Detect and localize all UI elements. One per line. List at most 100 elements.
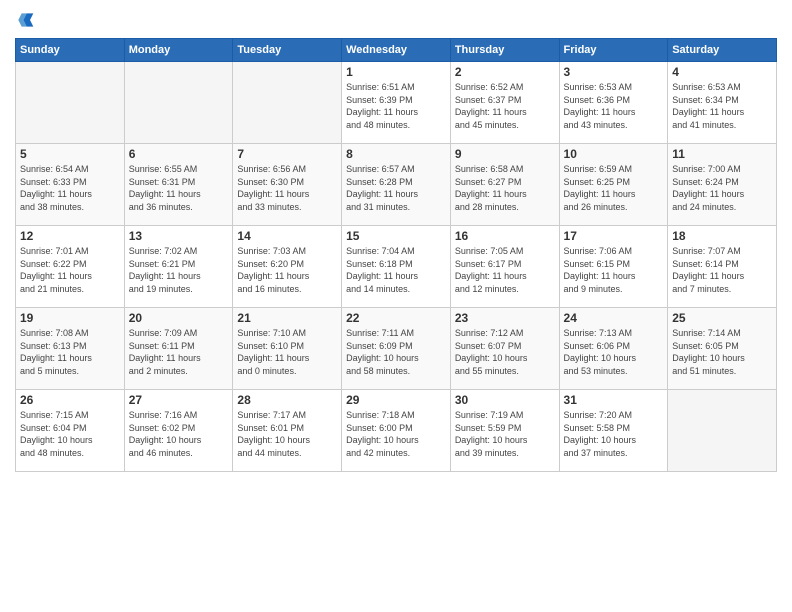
day-number: 18 — [672, 229, 772, 243]
day-info: Sunrise: 7:03 AM Sunset: 6:20 PM Dayligh… — [237, 245, 337, 295]
calendar-cell: 30 Sunrise: 7:19 AM Sunset: 5:59 PM Dayli… — [450, 390, 559, 472]
day-number: 14 — [237, 229, 337, 243]
calendar-cell: 27 Sunrise: 7:16 AM Sunset: 6:02 PM Dayli… — [124, 390, 233, 472]
day-number: 15 — [346, 229, 446, 243]
day-info: Sunrise: 7:16 AM Sunset: 6:02 PM Dayligh… — [129, 409, 229, 459]
weekday-header-saturday: Saturday — [668, 39, 777, 62]
day-number: 22 — [346, 311, 446, 325]
day-info: Sunrise: 6:53 AM Sunset: 6:34 PM Dayligh… — [672, 81, 772, 131]
day-number: 27 — [129, 393, 229, 407]
day-info: Sunrise: 7:11 AM Sunset: 6:09 PM Dayligh… — [346, 327, 446, 377]
day-number: 16 — [455, 229, 555, 243]
day-number: 20 — [129, 311, 229, 325]
day-info: Sunrise: 7:05 AM Sunset: 6:17 PM Dayligh… — [455, 245, 555, 295]
day-info: Sunrise: 7:10 AM Sunset: 6:10 PM Dayligh… — [237, 327, 337, 377]
calendar-cell: 6 Sunrise: 6:55 AM Sunset: 6:31 PM Daylig… — [124, 144, 233, 226]
calendar-cell: 1 Sunrise: 6:51 AM Sunset: 6:39 PM Daylig… — [342, 62, 451, 144]
day-info: Sunrise: 6:53 AM Sunset: 6:36 PM Dayligh… — [564, 81, 664, 131]
calendar-cell: 21 Sunrise: 7:10 AM Sunset: 6:10 PM Dayli… — [233, 308, 342, 390]
day-info: Sunrise: 7:07 AM Sunset: 6:14 PM Dayligh… — [672, 245, 772, 295]
day-info: Sunrise: 7:04 AM Sunset: 6:18 PM Dayligh… — [346, 245, 446, 295]
day-number: 23 — [455, 311, 555, 325]
day-info: Sunrise: 7:12 AM Sunset: 6:07 PM Dayligh… — [455, 327, 555, 377]
calendar-cell: 15 Sunrise: 7:04 AM Sunset: 6:18 PM Dayli… — [342, 226, 451, 308]
calendar-cell: 16 Sunrise: 7:05 AM Sunset: 6:17 PM Dayli… — [450, 226, 559, 308]
day-info: Sunrise: 7:19 AM Sunset: 5:59 PM Dayligh… — [455, 409, 555, 459]
calendar-cell: 3 Sunrise: 6:53 AM Sunset: 6:36 PM Daylig… — [559, 62, 668, 144]
calendar-week-row: 26 Sunrise: 7:15 AM Sunset: 6:04 PM Dayli… — [16, 390, 777, 472]
calendar-table: SundayMondayTuesdayWednesdayThursdayFrid… — [15, 38, 777, 472]
weekday-header-friday: Friday — [559, 39, 668, 62]
day-number: 26 — [20, 393, 120, 407]
calendar-week-row: 1 Sunrise: 6:51 AM Sunset: 6:39 PM Daylig… — [16, 62, 777, 144]
calendar-cell: 11 Sunrise: 7:00 AM Sunset: 6:24 PM Dayli… — [668, 144, 777, 226]
calendar-cell: 8 Sunrise: 6:57 AM Sunset: 6:28 PM Daylig… — [342, 144, 451, 226]
calendar-cell: 5 Sunrise: 6:54 AM Sunset: 6:33 PM Daylig… — [16, 144, 125, 226]
calendar-cell: 20 Sunrise: 7:09 AM Sunset: 6:11 PM Dayli… — [124, 308, 233, 390]
day-number: 25 — [672, 311, 772, 325]
weekday-header-row: SundayMondayTuesdayWednesdayThursdayFrid… — [16, 39, 777, 62]
day-number: 10 — [564, 147, 664, 161]
calendar-cell — [233, 62, 342, 144]
day-info: Sunrise: 6:51 AM Sunset: 6:39 PM Dayligh… — [346, 81, 446, 131]
day-info: Sunrise: 6:55 AM Sunset: 6:31 PM Dayligh… — [129, 163, 229, 213]
day-info: Sunrise: 7:00 AM Sunset: 6:24 PM Dayligh… — [672, 163, 772, 213]
day-number: 11 — [672, 147, 772, 161]
day-number: 21 — [237, 311, 337, 325]
day-number: 30 — [455, 393, 555, 407]
day-number: 28 — [237, 393, 337, 407]
calendar-cell: 28 Sunrise: 7:17 AM Sunset: 6:01 PM Dayli… — [233, 390, 342, 472]
day-info: Sunrise: 6:56 AM Sunset: 6:30 PM Dayligh… — [237, 163, 337, 213]
day-info: Sunrise: 7:02 AM Sunset: 6:21 PM Dayligh… — [129, 245, 229, 295]
day-info: Sunrise: 7:18 AM Sunset: 6:00 PM Dayligh… — [346, 409, 446, 459]
day-number: 3 — [564, 65, 664, 79]
calendar-cell: 26 Sunrise: 7:15 AM Sunset: 6:04 PM Dayli… — [16, 390, 125, 472]
day-info: Sunrise: 7:06 AM Sunset: 6:15 PM Dayligh… — [564, 245, 664, 295]
day-info: Sunrise: 6:54 AM Sunset: 6:33 PM Dayligh… — [20, 163, 120, 213]
weekday-header-sunday: Sunday — [16, 39, 125, 62]
weekday-header-monday: Monday — [124, 39, 233, 62]
day-number: 17 — [564, 229, 664, 243]
day-info: Sunrise: 7:17 AM Sunset: 6:01 PM Dayligh… — [237, 409, 337, 459]
calendar-cell: 31Sunrise: 7:20 AM Sunset: 5:58 PM Dayli… — [559, 390, 668, 472]
calendar-cell — [16, 62, 125, 144]
calendar-cell: 14 Sunrise: 7:03 AM Sunset: 6:20 PM Dayli… — [233, 226, 342, 308]
day-info: Sunrise: 7:15 AM Sunset: 6:04 PM Dayligh… — [20, 409, 120, 459]
day-number: 5 — [20, 147, 120, 161]
calendar-cell: 23 Sunrise: 7:12 AM Sunset: 6:07 PM Dayli… — [450, 308, 559, 390]
day-info: Sunrise: 7:20 AM Sunset: 5:58 PM Dayligh… — [564, 409, 664, 459]
calendar-cell — [668, 390, 777, 472]
calendar-cell: 22 Sunrise: 7:11 AM Sunset: 6:09 PM Dayli… — [342, 308, 451, 390]
calendar-cell: 10Sunrise: 6:59 AM Sunset: 6:25 PM Dayli… — [559, 144, 668, 226]
day-number: 6 — [129, 147, 229, 161]
page-header — [15, 10, 777, 30]
day-number: 13 — [129, 229, 229, 243]
day-number: 12 — [20, 229, 120, 243]
day-number: 9 — [455, 147, 555, 161]
calendar-cell: 4Sunrise: 6:53 AM Sunset: 6:34 PM Daylig… — [668, 62, 777, 144]
day-number: 1 — [346, 65, 446, 79]
day-info: Sunrise: 6:52 AM Sunset: 6:37 PM Dayligh… — [455, 81, 555, 131]
day-number: 19 — [20, 311, 120, 325]
calendar-cell: 24 Sunrise: 7:13 AM Sunset: 6:06 PM Dayli… — [559, 308, 668, 390]
day-info: Sunrise: 6:58 AM Sunset: 6:27 PM Dayligh… — [455, 163, 555, 213]
calendar-cell — [124, 62, 233, 144]
day-info: Sunrise: 6:57 AM Sunset: 6:28 PM Dayligh… — [346, 163, 446, 213]
calendar-cell: 7 Sunrise: 6:56 AM Sunset: 6:30 PM Daylig… — [233, 144, 342, 226]
day-info: Sunrise: 7:13 AM Sunset: 6:06 PM Dayligh… — [564, 327, 664, 377]
calendar-cell: 25 Sunrise: 7:14 AM Sunset: 6:05 PM Dayli… — [668, 308, 777, 390]
calendar-cell: 17 Sunrise: 7:06 AM Sunset: 6:15 PM Dayli… — [559, 226, 668, 308]
calendar-cell: 18 Sunrise: 7:07 AM Sunset: 6:14 PM Dayli… — [668, 226, 777, 308]
calendar-week-row: 19Sunrise: 7:08 AM Sunset: 6:13 PM Dayli… — [16, 308, 777, 390]
day-number: 29 — [346, 393, 446, 407]
logo-icon — [15, 10, 35, 30]
day-number: 24 — [564, 311, 664, 325]
day-info: Sunrise: 7:14 AM Sunset: 6:05 PM Dayligh… — [672, 327, 772, 377]
calendar-cell: 12 Sunrise: 7:01 AM Sunset: 6:22 PM Dayli… — [16, 226, 125, 308]
day-number: 7 — [237, 147, 337, 161]
logo — [15, 10, 39, 30]
day-info: Sunrise: 7:01 AM Sunset: 6:22 PM Dayligh… — [20, 245, 120, 295]
day-info: Sunrise: 7:09 AM Sunset: 6:11 PM Dayligh… — [129, 327, 229, 377]
day-number: 8 — [346, 147, 446, 161]
calendar-cell: 29 Sunrise: 7:18 AM Sunset: 6:00 PM Dayli… — [342, 390, 451, 472]
